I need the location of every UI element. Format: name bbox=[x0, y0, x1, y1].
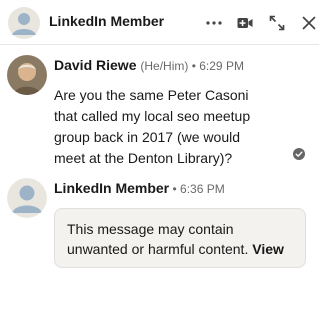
conversation-title[interactable]: LinkedIn Member bbox=[49, 13, 164, 29]
video-call-button[interactable] bbox=[232, 10, 258, 36]
more-options-button[interactable] bbox=[201, 10, 227, 36]
expand-button[interactable] bbox=[264, 10, 290, 36]
meta-separator: • bbox=[188, 59, 200, 73]
message-sender: David Riewe (He/Him) • 6:29 PM bbox=[54, 57, 244, 73]
sender-pronouns: (He/Him) bbox=[140, 59, 189, 73]
message-line: that called my local seo meetup bbox=[54, 108, 251, 124]
message-sender: LinkedIn Member • 6:36 PM bbox=[54, 180, 225, 196]
message-time: 6:36 PM bbox=[180, 182, 225, 196]
close-icon bbox=[302, 16, 316, 30]
close-button[interactable] bbox=[296, 10, 320, 36]
message-time: 6:29 PM bbox=[199, 59, 244, 73]
sender-name[interactable]: LinkedIn Member bbox=[54, 180, 169, 196]
view-message-link[interactable]: View bbox=[252, 241, 284, 257]
member-avatar-ghost[interactable] bbox=[7, 178, 47, 218]
meta-separator: • bbox=[169, 182, 181, 196]
seen-check-icon bbox=[293, 148, 305, 160]
warning-text: This message may contain unwanted or har… bbox=[67, 221, 249, 257]
sender-avatar-photo[interactable] bbox=[7, 55, 47, 95]
harmful-content-warning: This message may contain unwanted or har… bbox=[54, 208, 306, 268]
message-line: Are you the same Peter Casoni bbox=[54, 87, 249, 103]
member-avatar[interactable] bbox=[8, 7, 40, 39]
sender-name[interactable]: David Riewe bbox=[54, 57, 136, 73]
conversation-header: LinkedIn Member bbox=[0, 0, 319, 45]
video-call-icon bbox=[237, 18, 253, 28]
expand-icon bbox=[269, 15, 285, 31]
message-body: Are you the same Peter Casoni that calle… bbox=[54, 85, 294, 169]
more-icon bbox=[206, 21, 222, 25]
message-line: meet at the Denton Library)? bbox=[54, 150, 233, 166]
message-line: group back in 2017 (we would bbox=[54, 129, 241, 145]
